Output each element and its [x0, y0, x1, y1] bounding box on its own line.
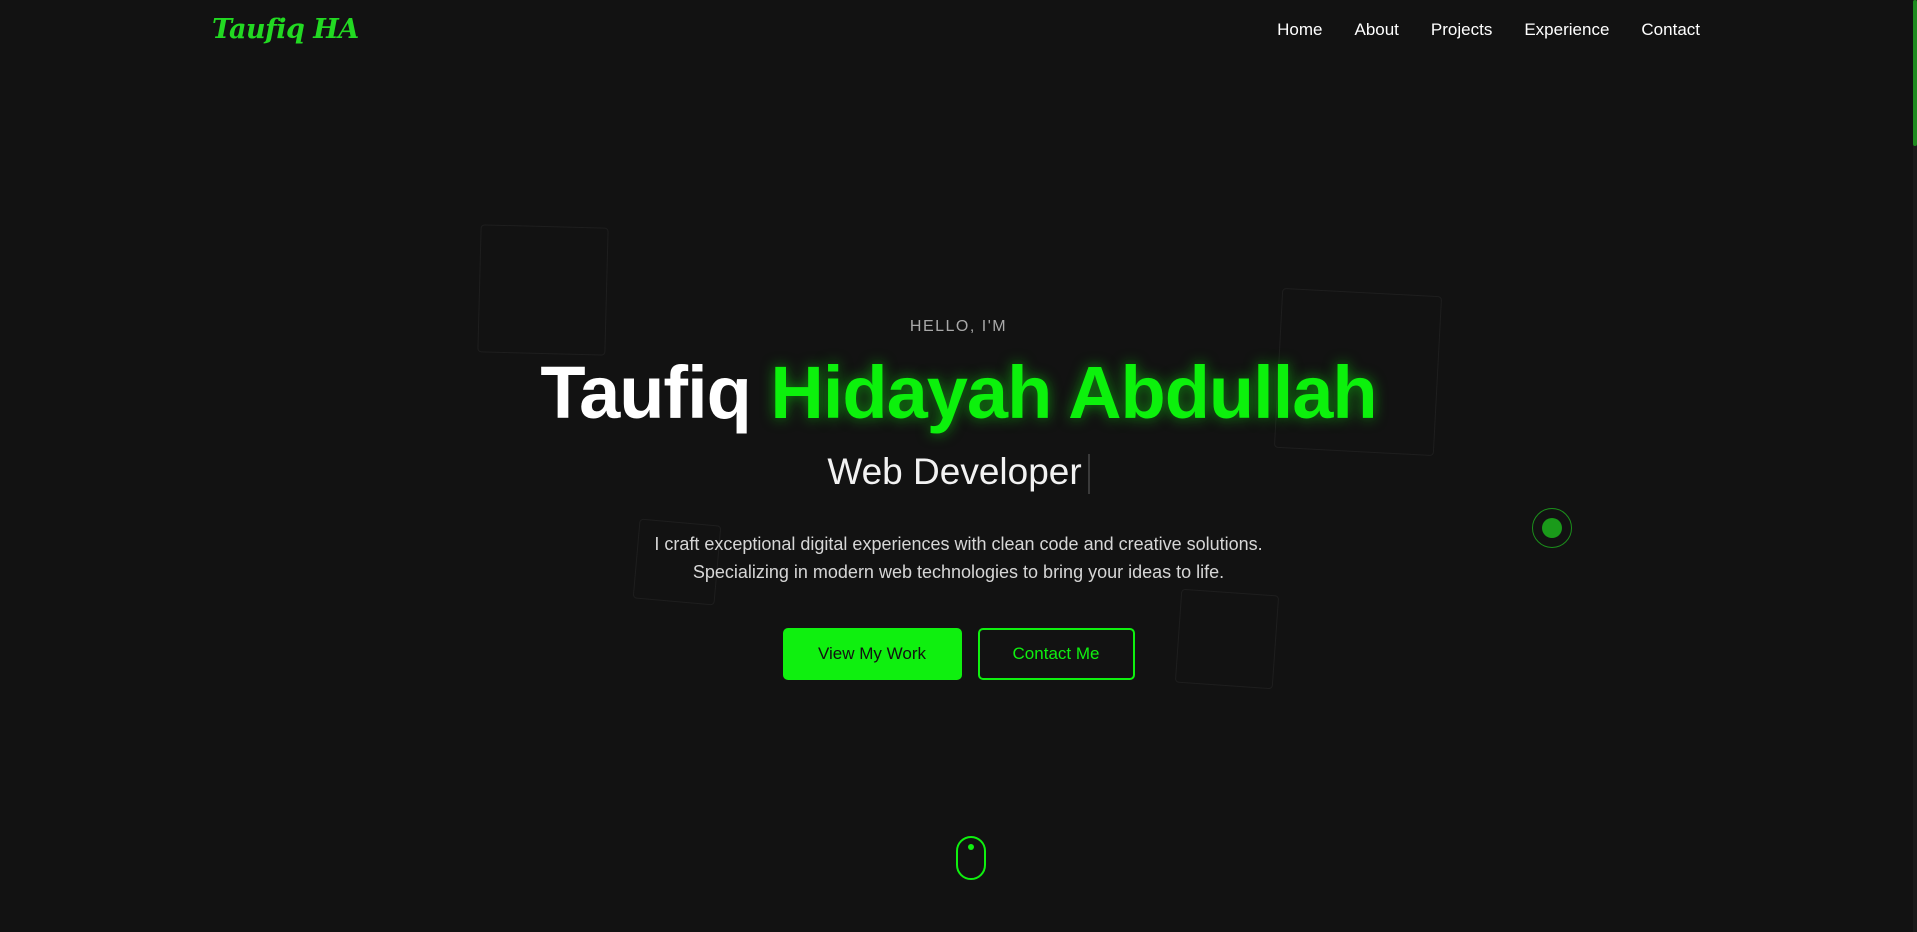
nav-link-contact[interactable]: Contact — [1641, 20, 1700, 40]
nav-link-home[interactable]: Home — [1277, 20, 1322, 40]
page: Taufiq HA Home About Projects Experience… — [0, 0, 1917, 932]
contact-me-button[interactable]: Contact Me — [977, 628, 1135, 680]
hero-name-highlight: Hidayah Abdullah — [770, 351, 1377, 434]
nav-link-about[interactable]: About — [1354, 20, 1398, 40]
hero-description-line: I craft exceptional digital experiences … — [654, 534, 1263, 554]
nav-link-experience[interactable]: Experience — [1524, 20, 1609, 40]
hero-description-line: Specializing in modern web technologies … — [692, 562, 1225, 582]
hero-role: Web Developer — [0, 448, 1917, 496]
hero-description: I craft exceptional digital experiences … — [0, 530, 1917, 586]
nav-link-projects[interactable]: Projects — [1431, 20, 1492, 40]
site-logo[interactable]: Taufiq HA — [212, 14, 359, 45]
main-nav: Home About Projects Experience Contact — [1277, 20, 1700, 40]
typing-cursor — [1087, 454, 1090, 495]
hero-name-first: Taufiq — [540, 351, 751, 434]
hero-actions: View My Work Contact Me — [0, 628, 1917, 680]
scrollbar[interactable] — [1913, 0, 1917, 932]
hero-role-text: Web Developer — [827, 451, 1082, 492]
scroll-mouse-icon[interactable] — [956, 836, 986, 880]
view-my-work-button[interactable]: View My Work — [782, 628, 962, 680]
hero-name: Taufiq Hidayah Abdullah — [0, 350, 1917, 436]
hero-greeting: HELLO, I'M — [909, 318, 1008, 335]
scrollbar-thumb[interactable] — [1913, 0, 1917, 146]
scroll-mouse-dot — [968, 844, 974, 850]
